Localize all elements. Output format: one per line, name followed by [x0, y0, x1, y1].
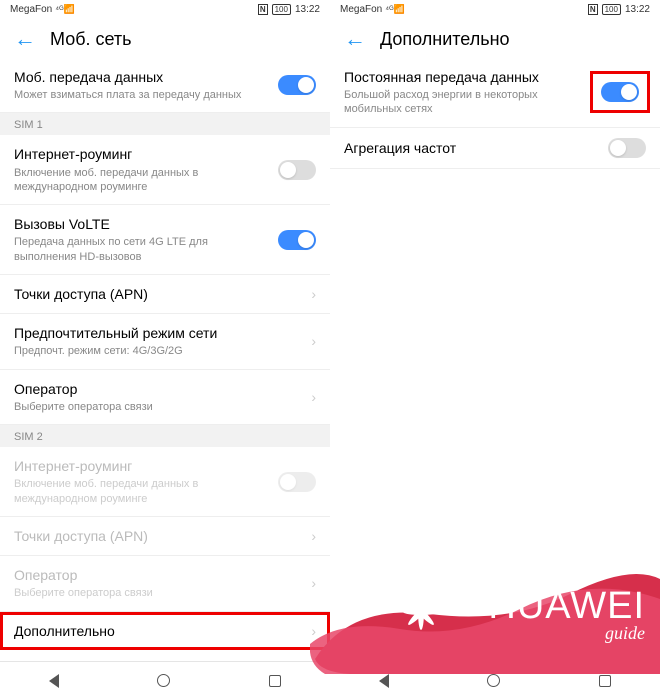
nav-home-icon[interactable] — [157, 674, 170, 687]
row-subtitle: Предпочт. режим сети: 4G/3G/2G — [14, 344, 303, 358]
row-advanced[interactable]: Дополнительно › — [0, 612, 330, 650]
toggle-mobile-data[interactable] — [278, 75, 316, 95]
status-bar: MegaFon ⁴ᴳ📶 N 100 13:22 — [0, 0, 330, 18]
nav-recents-icon[interactable] — [599, 675, 611, 687]
nfc-icon: N — [588, 4, 598, 15]
row-always-on-data[interactable]: Постоянная передача данных Большой расхо… — [330, 58, 660, 128]
carrier-label: MegaFon — [340, 4, 382, 15]
page-title: Дополнительно — [380, 29, 510, 50]
screen-mobile-network: MegaFon ⁴ᴳ📶 N 100 13:22 ← Моб. сеть Моб.… — [0, 0, 330, 699]
chevron-right-icon: › — [311, 286, 316, 302]
signal-icon: ⁴ᴳ📶 — [385, 4, 405, 15]
row-network-mode[interactable]: Предпочтительный режим сети Предпочт. ре… — [0, 314, 330, 369]
row-mobile-data[interactable]: Моб. передача данных Может взиматься пла… — [0, 58, 330, 113]
row-operator-sim2: Оператор Выберите оператора связи › — [0, 556, 330, 611]
row-operator[interactable]: Оператор Выберите оператора связи › — [0, 370, 330, 425]
row-subtitle: Большой расход энергии в некоторых мобил… — [344, 88, 586, 117]
nfc-icon: N — [258, 4, 268, 15]
row-title: Точки доступа (APN) — [14, 527, 303, 545]
battery-icon: 100 — [272, 4, 291, 15]
row-title: Оператор — [14, 380, 303, 398]
nav-recents-icon[interactable] — [269, 675, 281, 687]
row-title: Предпочтительный режим сети — [14, 324, 303, 342]
section-sim2: SIM 2 — [0, 425, 330, 447]
highlight-box — [590, 71, 650, 113]
chevron-right-icon: › — [311, 389, 316, 405]
row-title: Интернет-роуминг — [14, 145, 270, 163]
nav-back-icon[interactable] — [49, 674, 59, 688]
row-volte[interactable]: Вызовы VoLTE Передача данных по сети 4G … — [0, 205, 330, 275]
row-title: Оператор — [14, 566, 303, 584]
toggle-carrier-aggregation[interactable] — [608, 138, 646, 158]
row-subtitle: Может взиматься плата за передачу данных — [14, 88, 270, 102]
header: ← Дополнительно — [330, 18, 660, 58]
carrier-label: MegaFon — [10, 4, 52, 15]
chevron-right-icon: › — [311, 623, 316, 639]
back-icon[interactable]: ← — [14, 28, 36, 50]
page-title: Моб. сеть — [50, 29, 132, 50]
chevron-right-icon: › — [311, 333, 316, 349]
toggle-always-on-data[interactable] — [601, 82, 639, 102]
row-title: Агрегация частот — [344, 139, 600, 157]
row-apn[interactable]: Точки доступа (APN) › — [0, 275, 330, 314]
toggle-roaming[interactable] — [278, 160, 316, 180]
row-subtitle: Выберите оператора связи — [14, 586, 303, 600]
row-title: Моб. передача данных — [14, 68, 270, 86]
header: ← Моб. сеть — [0, 18, 330, 58]
clock: 13:22 — [625, 4, 650, 15]
row-title: Интернет-роуминг — [14, 457, 270, 475]
row-title: Вызовы VoLTE — [14, 215, 270, 233]
chevron-right-icon: › — [311, 575, 316, 591]
battery-icon: 100 — [602, 4, 621, 15]
row-roaming-sim2: Интернет-роуминг Включение моб. передачи… — [0, 447, 330, 517]
status-bar: MegaFon ⁴ᴳ📶 N 100 13:22 — [330, 0, 660, 18]
row-title: Постоянная передача данных — [344, 68, 586, 86]
back-icon[interactable]: ← — [344, 28, 366, 50]
screen-advanced: MegaFon ⁴ᴳ📶 N 100 13:22 ← Дополнительно … — [330, 0, 660, 699]
nav-bar — [0, 661, 330, 699]
clock: 13:22 — [295, 4, 320, 15]
row-carrier-aggregation[interactable]: Агрегация частот — [330, 128, 660, 169]
row-title: Точки доступа (APN) — [14, 285, 303, 303]
chevron-right-icon: › — [311, 528, 316, 544]
row-subtitle: Включение моб. передачи данных в междуна… — [14, 166, 270, 195]
row-subtitle: Выберите оператора связи — [14, 400, 303, 414]
nav-bar — [330, 661, 660, 699]
row-subtitle: Включение моб. передачи данных в междуна… — [14, 477, 270, 506]
row-apn-sim2: Точки доступа (APN) › — [0, 517, 330, 556]
signal-icon: ⁴ᴳ📶 — [55, 4, 75, 15]
nav-home-icon[interactable] — [487, 674, 500, 687]
row-subtitle: Передача данных по сети 4G LTE для выпол… — [14, 235, 270, 264]
nav-back-icon[interactable] — [379, 674, 389, 688]
toggle-volte[interactable] — [278, 230, 316, 250]
section-sim1: SIM 1 — [0, 113, 330, 135]
row-title: Дополнительно — [14, 622, 303, 640]
toggle-roaming-sim2 — [278, 472, 316, 492]
row-roaming[interactable]: Интернет-роуминг Включение моб. передачи… — [0, 135, 330, 205]
